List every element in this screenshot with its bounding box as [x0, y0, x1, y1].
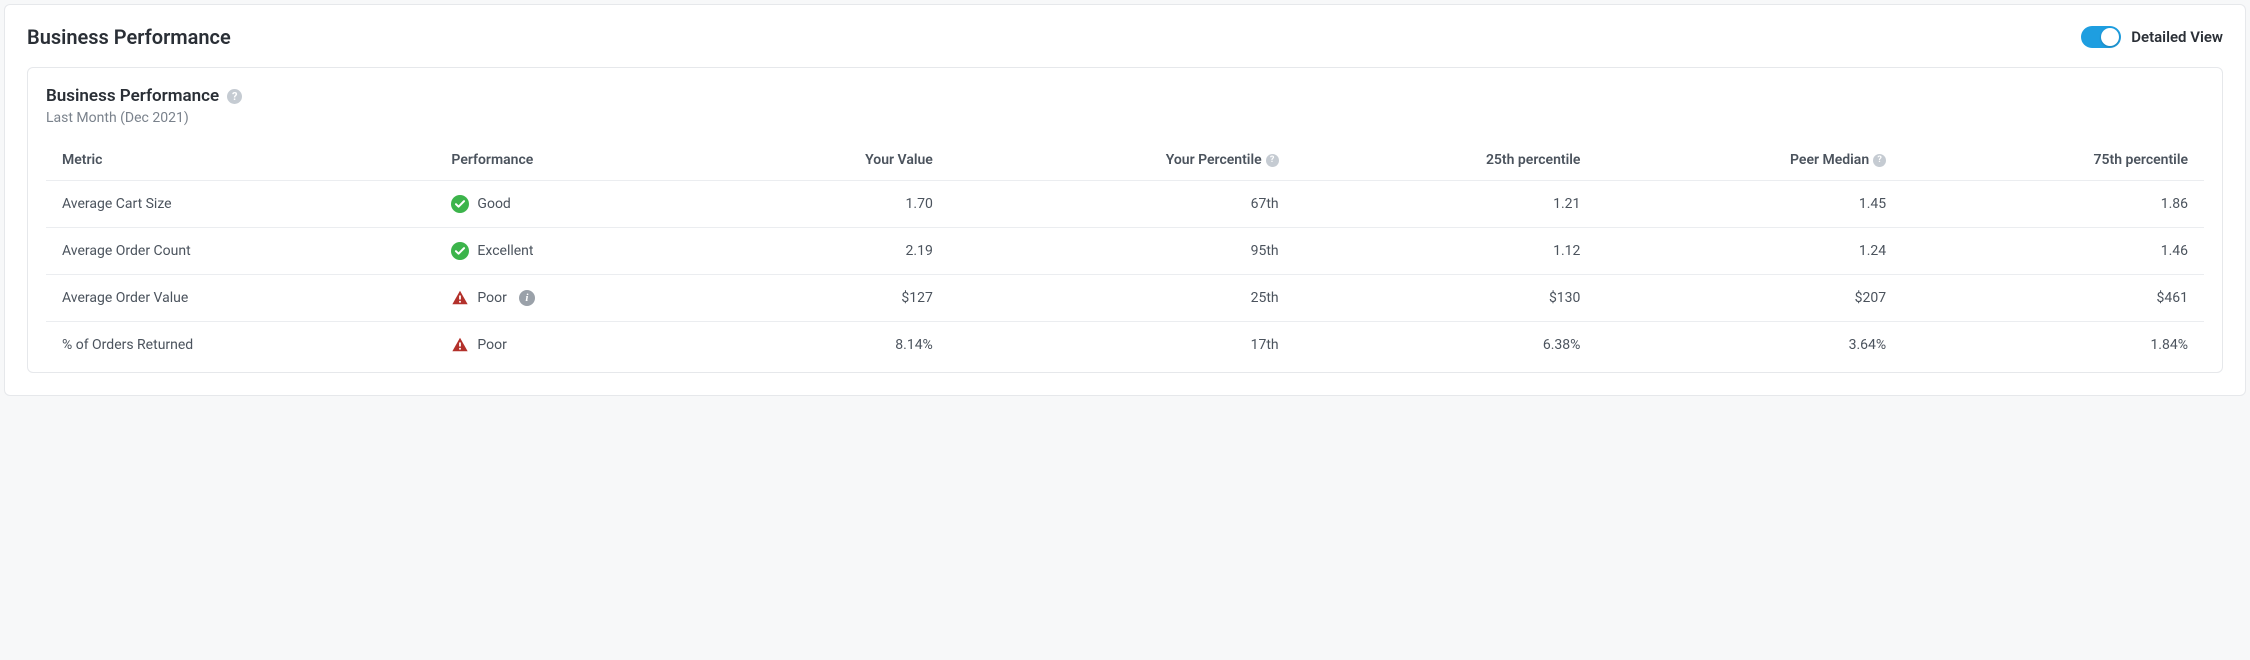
peer-median-cell: $207 [1596, 275, 1902, 322]
table-row: Average Cart Size Good 1.7067th1.211.451.8… [46, 181, 2204, 228]
p25-cell: 1.21 [1295, 181, 1597, 228]
p75-cell: 1.84% [1902, 322, 2204, 369]
panel-header: Business Performance Detailed View [27, 25, 2223, 49]
card-header: Business Performance ? [46, 86, 2204, 106]
col-peer-median: Peer Median ? [1596, 140, 1902, 181]
help-icon[interactable]: ? [227, 89, 242, 104]
p75-cell: 1.86 [1902, 181, 2204, 228]
your-percentile-cell: 67th [949, 181, 1295, 228]
metric-cell: Average Order Count [46, 228, 435, 275]
check-circle-icon [451, 242, 469, 260]
metric-cell: % of Orders Returned [46, 322, 435, 369]
detailed-view-toggle[interactable] [2081, 26, 2121, 48]
performance-label: Excellent [477, 243, 533, 259]
metric-cell: Average Cart Size [46, 181, 435, 228]
peer-median-cell: 1.45 [1596, 181, 1902, 228]
table-header-row: Metric Performance Your Value Your Perce… [46, 140, 2204, 181]
col-peer-median-label: Peer Median [1790, 152, 1869, 168]
your-value-cell: 2.19 [711, 228, 949, 275]
performance-cell: Excellent [435, 228, 711, 275]
performance-table: Metric Performance Your Value Your Perce… [46, 140, 2204, 368]
col-performance: Performance [435, 140, 711, 181]
card-title: Business Performance [46, 86, 219, 106]
your-percentile-cell: 95th [949, 228, 1295, 275]
table-row: Average Order Count Excellent 2.1995th1.12… [46, 228, 2204, 275]
p25-cell: 6.38% [1295, 322, 1597, 369]
table-row: Average Order ValuePoori$12725th$130$207… [46, 275, 2204, 322]
metric-cell: Average Order Value [46, 275, 435, 322]
your-value-cell: 1.70 [711, 181, 949, 228]
p75-cell: 1.46 [1902, 228, 2204, 275]
col-metric: Metric [46, 140, 435, 181]
col-your-percentile: Your Percentile ? [949, 140, 1295, 181]
performance-cell: Poori [435, 275, 711, 322]
p75-cell: $461 [1902, 275, 2204, 322]
performance-label: Poor [477, 337, 506, 353]
business-performance-panel: Business Performance Detailed View Busin… [4, 4, 2246, 396]
detailed-view-toggle-wrap: Detailed View [2081, 26, 2223, 48]
col-your-value: Your Value [711, 140, 949, 181]
check-circle-icon [451, 195, 469, 213]
peer-median-cell: 1.24 [1596, 228, 1902, 275]
help-icon[interactable]: ? [1873, 154, 1886, 167]
your-value-cell: 8.14% [711, 322, 949, 369]
toggle-knob [2101, 28, 2119, 46]
performance-label: Poor [477, 290, 506, 306]
warning-triangle-icon [451, 289, 469, 307]
p25-cell: $130 [1295, 275, 1597, 322]
performance-cell: Good [435, 181, 711, 228]
info-icon[interactable]: i [519, 290, 535, 306]
col-p75: 75th percentile [1902, 140, 2204, 181]
col-your-percentile-label: Your Percentile [1166, 152, 1262, 168]
card-subtitle: Last Month (Dec 2021) [46, 110, 2204, 126]
help-icon[interactable]: ? [1266, 154, 1279, 167]
peer-median-cell: 3.64% [1596, 322, 1902, 369]
warning-triangle-icon [451, 336, 469, 354]
panel-title: Business Performance [27, 25, 231, 49]
p25-cell: 1.12 [1295, 228, 1597, 275]
toggle-label: Detailed View [2131, 28, 2223, 46]
performance-card: Business Performance ? Last Month (Dec 2… [27, 67, 2223, 373]
your-percentile-cell: 25th [949, 275, 1295, 322]
table-row: % of Orders Returned Poor 8.14%17th6.38%3.… [46, 322, 2204, 369]
performance-label: Good [477, 196, 510, 212]
your-value-cell: $127 [711, 275, 949, 322]
performance-cell: Poor [435, 322, 711, 369]
col-p25: 25th percentile [1295, 140, 1597, 181]
your-percentile-cell: 17th [949, 322, 1295, 369]
